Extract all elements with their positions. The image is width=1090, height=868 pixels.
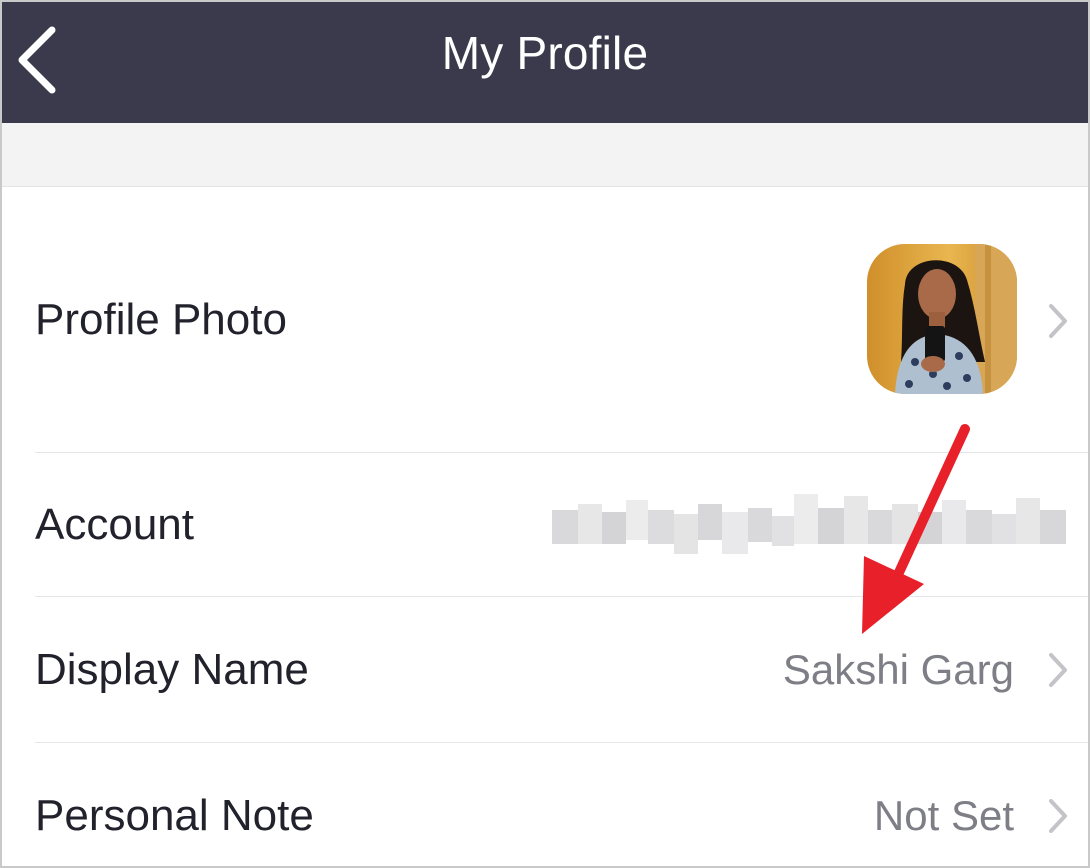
navigation-bar: My Profile (2, 2, 1088, 123)
app-screen: My Profile Profile Photo Account Display… (0, 0, 1090, 868)
avatar-image (867, 244, 1017, 394)
profile-photo-label: Profile Photo (35, 295, 287, 344)
display-name-row[interactable]: Display Name Sakshi Garg (2, 597, 1088, 742)
account-email-redacted (552, 494, 1066, 554)
display-name-label: Display Name (35, 645, 309, 694)
profile-photo-avatar[interactable] (867, 244, 1017, 394)
chevron-right-icon (1049, 304, 1067, 338)
profile-photo-row[interactable]: Profile Photo (2, 187, 1088, 452)
personal-note-row[interactable]: Personal Note Not Set (2, 743, 1088, 866)
section-spacer (2, 123, 1088, 187)
page-title: My Profile (441, 27, 649, 79)
display-name-value: Sakshi Garg (782, 646, 1014, 693)
personal-note-value: Not Set (873, 792, 1014, 839)
account-label: Account (35, 500, 194, 549)
chevron-right-icon (1049, 799, 1067, 833)
personal-note-label: Personal Note (35, 791, 314, 840)
chevron-right-icon (1049, 653, 1067, 687)
